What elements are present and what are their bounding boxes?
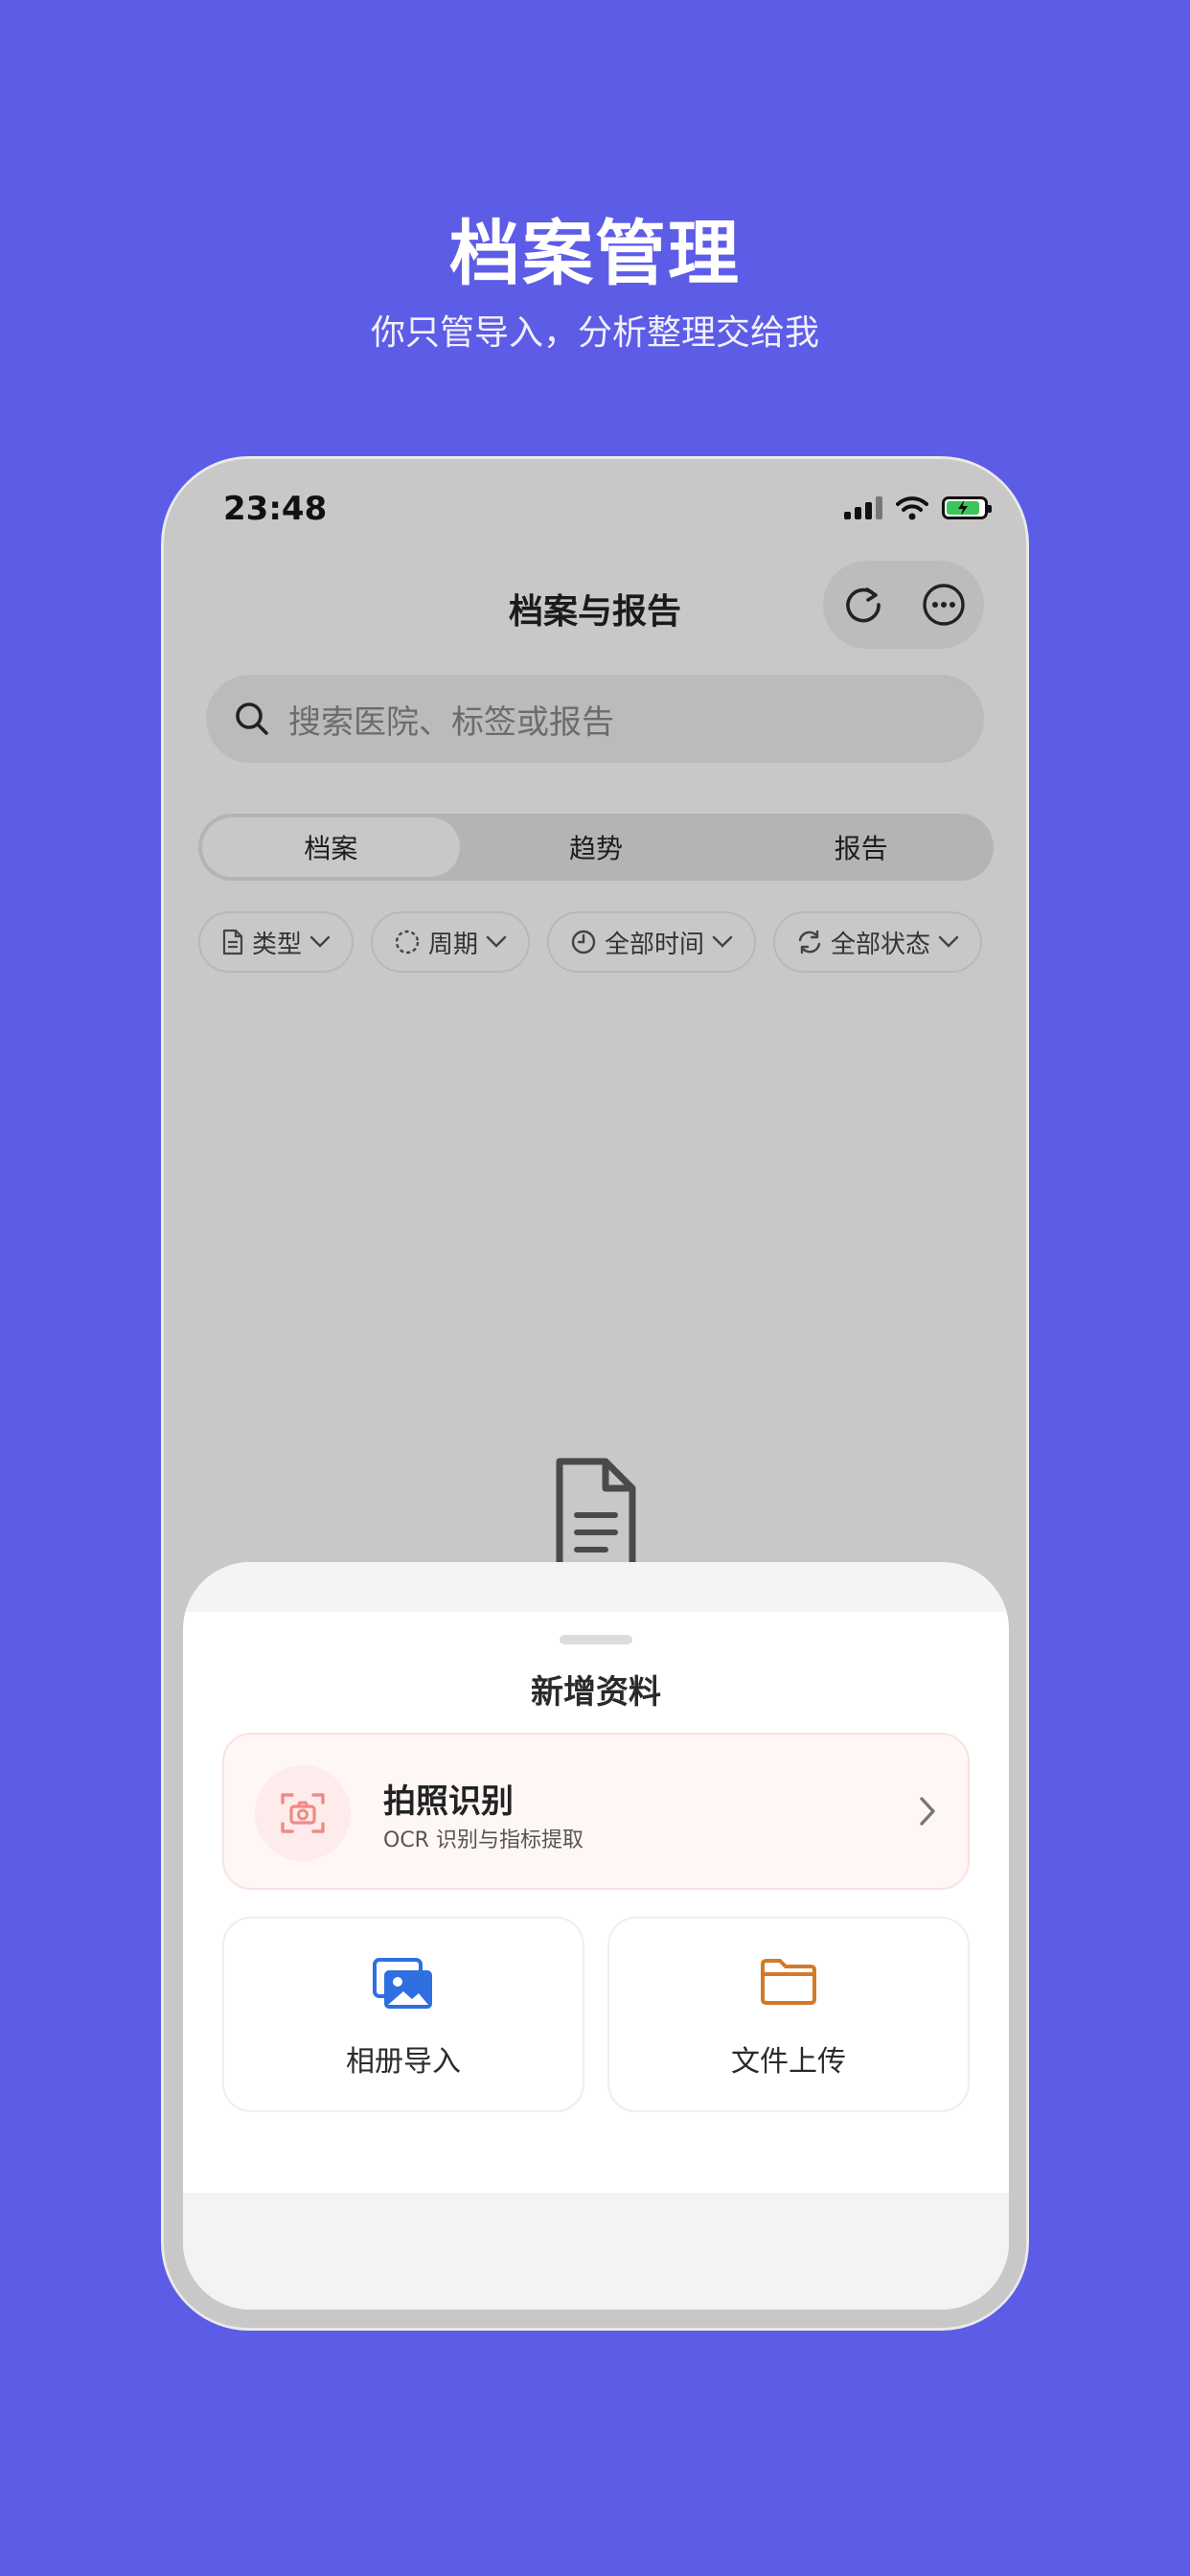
file-upload-button[interactable]: 文件上传: [607, 1917, 970, 2112]
clock-icon: [571, 930, 596, 954]
signal-icon: [844, 496, 882, 519]
photo-ocr-button[interactable]: 拍照识别 OCR 识别与指标提取: [222, 1733, 970, 1890]
more-icon[interactable]: [917, 578, 971, 632]
filter-type[interactable]: 类型: [198, 911, 355, 973]
phone-screen: 23:48 档案与报告 搜索医院、标签或报告 档案 趋势 报告 类型 周期 全部…: [164, 459, 1026, 2328]
segmented-tabs: 档案 趋势 报告: [198, 814, 994, 881]
filter-status[interactable]: 全部状态: [773, 911, 983, 973]
album-import-button[interactable]: 相册导入: [222, 1917, 584, 2112]
filter-bar: 类型 周期 全部时间 全部状态: [198, 911, 983, 973]
sheet-title: 新增资料: [531, 1673, 661, 1712]
hero-title: 档案管理: [449, 213, 741, 295]
sheet-bottom-band: [183, 2193, 1009, 2310]
ocr-title: 拍照识别: [383, 1782, 514, 1821]
chevron-right-icon: [920, 1797, 935, 1826]
filter-cycle[interactable]: 周期: [371, 911, 531, 973]
filter-type-label: 类型: [252, 930, 303, 959]
document-icon: [222, 929, 243, 955]
filter-time[interactable]: 全部时间: [547, 911, 757, 973]
filter-status-label: 全部状态: [831, 930, 931, 959]
tab-reports[interactable]: 报告: [732, 817, 990, 877]
sheet-grabber[interactable]: [560, 1635, 632, 1644]
add-material-sheet: 新增资料 拍照识别 OCR 识别与指标提取 相册导入 文件上传: [183, 1562, 1009, 2310]
status-time: 23:48: [223, 490, 328, 528]
tab-trends[interactable]: 趋势: [468, 817, 725, 877]
chevron-down-icon: [486, 935, 507, 948]
dashed-circle-icon: [395, 930, 420, 954]
tab-archive[interactable]: 档案: [202, 817, 460, 877]
chevron-down-icon: [309, 935, 331, 948]
nav-actions: [823, 561, 984, 649]
search-placeholder: 搜索医院、标签或报告: [288, 702, 614, 742]
chevron-down-icon: [938, 935, 959, 948]
battery-icon: [942, 496, 992, 519]
search-input[interactable]: 搜索医院、标签或报告: [206, 675, 984, 763]
ocr-subtitle: OCR 识别与指标提取: [383, 1828, 584, 1852]
sync-icon: [798, 930, 821, 954]
file-upload-label: 文件上传: [731, 2045, 846, 2079]
filter-cycle-label: 周期: [428, 930, 479, 959]
filter-time-label: 全部时间: [605, 930, 705, 959]
chevron-down-icon: [712, 935, 733, 948]
search-icon: [236, 702, 268, 735]
refresh-icon[interactable]: [836, 578, 890, 632]
album-import-label: 相册导入: [346, 2045, 461, 2079]
sheet-top-band: [183, 1562, 1009, 1612]
hero-subtitle: 你只管导入，分析整理交给我: [370, 313, 819, 353]
folder-icon: [761, 1959, 816, 2005]
status-icons: [844, 495, 992, 520]
scan-camera-icon: [255, 1765, 351, 1861]
gallery-icon: [373, 1958, 432, 2009]
wifi-icon: [896, 496, 928, 520]
